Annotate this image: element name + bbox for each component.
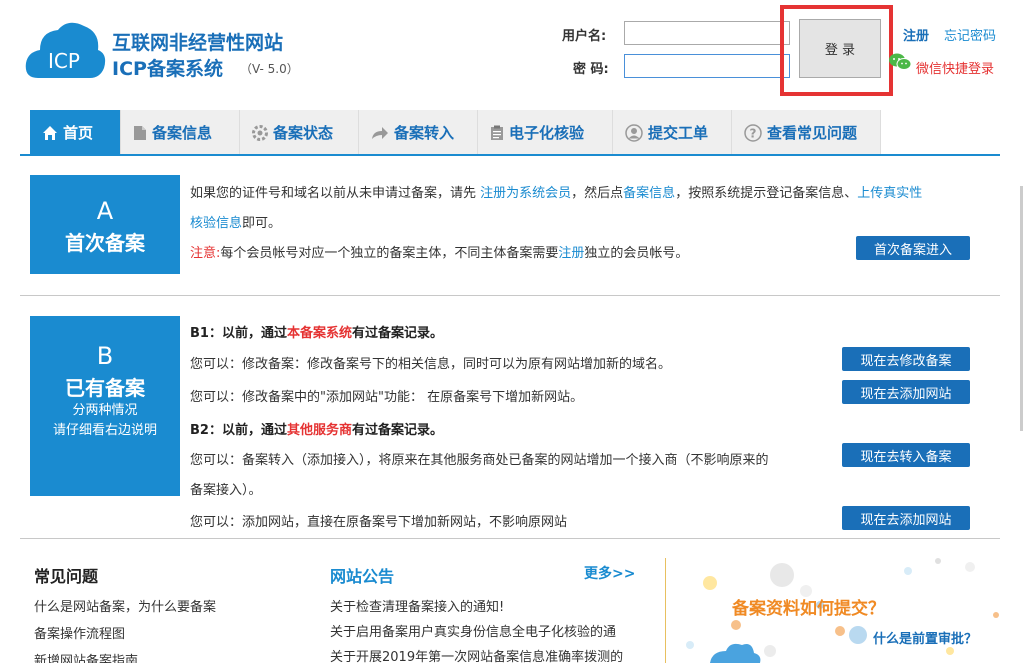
b1-heading-text: B1：以前，通过 — [190, 326, 287, 341]
add-site-button-2[interactable]: 现在去添加网站 — [842, 506, 970, 530]
faq-item[interactable]: 什么是网站备案，为什么要备案 — [34, 596, 216, 615]
tab-record-info-label: 备案信息 — [152, 124, 213, 142]
section-b-sub1: 分两种情况 — [72, 403, 138, 418]
notice-item[interactable]: 关于开展2019年第一次网站备案信息准确率拨测的 — [330, 646, 638, 663]
b1-line1: 您可以：修改备案：修改备案号下的相关信息，同时可以为原有网站增加新的域名。 — [190, 357, 672, 372]
column-divider — [665, 558, 666, 663]
promo-question-2[interactable]: 什么是前置审批？ — [873, 628, 977, 647]
tab-record-transfer[interactable]: 备案转入 — [359, 110, 478, 155]
b2-line1-cont: 备案接入）。 — [190, 483, 262, 498]
section-a-letter: A — [96, 197, 114, 225]
clipboard-icon — [491, 125, 503, 140]
svg-text:?: ? — [750, 126, 757, 140]
notice-item[interactable]: 关于检查清理备案接入的通知! — [330, 596, 638, 615]
username-input[interactable] — [624, 21, 790, 45]
notice-item[interactable]: 关于启用备案用户真实身份信息全电子化核验的通 — [330, 621, 638, 640]
transfer-record-button[interactable]: 现在去转入备案 — [842, 443, 970, 467]
logo-title-line1: 互联网非经营性网站 — [112, 32, 284, 54]
first-record-button[interactable]: 首次备案进入 — [856, 236, 970, 260]
question-icon: ? — [744, 123, 762, 142]
section-a-line2: 核验信息即可。 — [190, 212, 281, 231]
forgot-password-link[interactable]: 忘记密码 — [944, 25, 996, 44]
tab-record-status-label: 备案状态 — [273, 124, 334, 142]
b1-heading: B1：以前，通过本备案系统有过备案记录。 — [190, 322, 443, 341]
nav-underline — [20, 154, 1000, 156]
promo-question-1[interactable]: 备案资料如何提交？ — [732, 594, 885, 619]
add-site-button-1[interactable]: 现在去添加网站 — [842, 380, 970, 404]
section-a-text: 即可。 — [242, 216, 282, 231]
login-button[interactable]: 登 录 — [799, 19, 881, 78]
b2-heading: B2：以前，通过其他服务商有过备案记录。 — [190, 419, 443, 438]
home-icon — [43, 125, 57, 140]
main-nav: 首页 备案信息 备案状态 备案转入 电子化核验 提交工单 ? 查看常见问题 — [30, 110, 881, 155]
b2-heading-text: 有过备案记录。 — [351, 423, 443, 438]
wechat-login-link[interactable]: 微信快捷登录 — [916, 58, 994, 77]
document-icon — [134, 125, 146, 140]
tab-home-label: 首页 — [63, 124, 94, 142]
b2-heading-text: B2：以前，通过 — [190, 423, 287, 438]
section-a-text: ，然后点 — [571, 186, 624, 201]
note-label: 注意: — [190, 246, 221, 261]
section-divider — [20, 295, 1000, 296]
b2-heading-highlight: 其他服务商 — [286, 423, 352, 438]
cloud-logo-icon: ICP — [25, 22, 106, 78]
section-a-line1: 如果您的证件号和域名以前从未申请过备案，请先 注册为系统会员，然后点备案信息，按… — [190, 182, 922, 201]
section-b-title: 已有备案 — [65, 376, 145, 400]
section-a-title: 首次备案 — [65, 231, 145, 255]
logo-text: ICP — [48, 49, 80, 73]
note-text: 独立的会员帐号。 — [584, 246, 689, 261]
faq-item[interactable]: 备案操作流程图 — [34, 623, 125, 642]
section-b-letter: B — [96, 342, 114, 370]
b1-heading-highlight: 本备案系统 — [286, 326, 352, 341]
wechat-icon[interactable] — [888, 52, 912, 72]
faq-title: 常见问题 — [34, 567, 99, 586]
user-icon — [625, 123, 643, 142]
b1-line2: 您可以：修改备案中的"添加网站"功能： 在原备案号下增加新网站。 — [190, 390, 584, 405]
tab-record-transfer-label: 备案转入 — [394, 124, 455, 142]
modify-record-button[interactable]: 现在去修改备案 — [842, 347, 970, 371]
b2-line2: 您可以：添加网站，直接在原备案号下增加新网站，不影响原网站 — [190, 515, 568, 530]
notices-title: 网站公告 — [330, 567, 395, 586]
b1-heading-text: 有过备案记录。 — [351, 326, 443, 341]
section-a-text: ，按照系统提示登记备案信息、 — [675, 186, 858, 201]
tab-record-info[interactable]: 备案信息 — [121, 110, 240, 155]
note-text: 每个会员帐号对应一个独立的备案主体，不同主体备案需要 — [220, 246, 559, 261]
tab-faq[interactable]: ? 查看常见问题 — [732, 110, 881, 155]
tab-home[interactable]: 首页 — [30, 110, 121, 155]
password-input[interactable] — [624, 54, 790, 78]
section-b-badge: B 已有备案 分两种情况 请仔细看右边说明 — [30, 316, 180, 496]
version-label: （V- 5.0） — [240, 62, 299, 76]
register-member-link[interactable]: 注册为系统会员 — [480, 186, 571, 201]
username-label: 用户名: — [562, 29, 607, 44]
section-a-badge: A 首次备案 — [30, 175, 180, 274]
verify-info-link[interactable]: 核验信息 — [190, 216, 242, 231]
faq-item[interactable]: 新增网站备案指南 — [34, 650, 138, 663]
gear-icon — [252, 124, 268, 141]
tab-record-status[interactable]: 备案状态 — [240, 110, 359, 155]
tab-submit-ticket-label: 提交工单 — [648, 124, 709, 142]
logo-title-line2: ICP备案系统 — [112, 58, 223, 80]
section-a-text: 如果您的证件号和域名以前从未申请过备案，请先 — [190, 186, 481, 201]
record-info-link[interactable]: 备案信息 — [623, 186, 675, 201]
register-link[interactable]: 注册 — [903, 25, 929, 44]
notices-more-link[interactable]: 更多>> — [584, 563, 635, 583]
upload-verify-link[interactable]: 上传真实性 — [857, 186, 922, 201]
note-register-link[interactable]: 注册 — [558, 246, 584, 261]
tab-faq-label: 查看常见问题 — [767, 124, 858, 142]
section-divider — [20, 538, 1000, 539]
arrow-forward-icon — [372, 126, 388, 139]
tab-electronic-verify[interactable]: 电子化核验 — [478, 110, 613, 155]
tab-submit-ticket[interactable]: 提交工单 — [613, 110, 732, 155]
password-label: 密 码: — [573, 62, 609, 77]
tab-electronic-verify-label: 电子化核验 — [509, 124, 585, 142]
section-b-sub2: 请仔细看右边说明 — [52, 423, 157, 438]
b2-line1: 您可以：备案转入（添加接入），将原来在其他服务商处已备案的网站增加一个接入商（不… — [190, 453, 769, 468]
section-a-note: 注意:每个会员帐号对应一个独立的备案主体，不同主体备案需要注册独立的会员帐号。 — [190, 242, 688, 261]
